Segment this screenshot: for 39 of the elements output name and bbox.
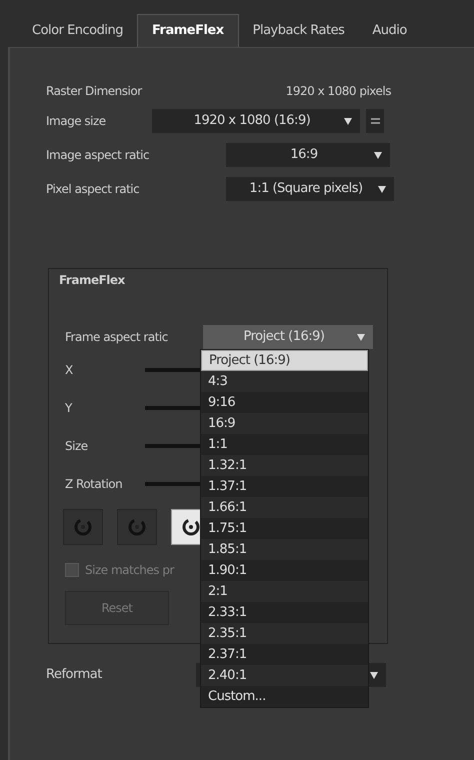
slider-label: X [65,362,74,379]
dropdown-arrow-icon [378,186,386,192]
slider-label: Z Rotation [65,476,124,493]
dropdown-option[interactable]: 2:1 [201,581,368,602]
dropdown[interactable]: 1:1 (Square pixels) [226,177,394,201]
dropdown-option[interactable]: 1.85:1 [201,539,368,560]
slider-label: Y [65,400,74,417]
field-label: Pixel aspect ratic [46,181,140,198]
dropdown-arrow-icon [344,118,352,124]
dropdown-option[interactable]: 2.40:1 [201,665,368,686]
dropdown-option[interactable]: 16:9 [201,413,368,434]
tab[interactable]: Audio [358,14,421,47]
equals-icon [370,118,380,124]
dropdown-arrow-icon [370,672,378,678]
field-label: Image size [46,113,107,130]
dropdown-option[interactable]: 4:3 [201,371,368,392]
equals-button[interactable] [366,109,384,133]
field-label: Raster Dimensior [46,83,144,100]
dropdown-option[interactable]: Project (16:9) [201,350,368,371]
slider-label: Size [65,438,89,455]
tab[interactable]: FrameFlex [136,14,239,47]
dropdown-arrow-icon [357,334,365,340]
field-label: Frame aspect ratic [65,329,169,346]
dropdown-option[interactable]: 1.32:1 [201,455,368,476]
rotate-icon [73,517,93,537]
dropdown-option[interactable]: 2.35:1 [201,623,368,644]
dropdown[interactable]: 16:9 [226,143,390,167]
field-label: Reformat [46,666,103,684]
field-label: Image aspect ratic [46,147,150,164]
tab[interactable]: Playback Rates [238,14,358,47]
dropdown-option[interactable]: 1.66:1 [201,497,368,518]
field-value: 1920 x 1080 pixels [284,83,391,100]
dropdown-arrow-icon [374,152,382,158]
checkbox-label: Size matches pr [85,562,174,579]
dropdown[interactable]: 1920 x 1080 (16:9) [152,109,360,133]
group-title: FrameFlex [59,272,125,289]
rotate-icon [127,517,147,537]
tab[interactable]: Color Encoding [18,14,137,47]
dropdown[interactable]: Project (16:9) [203,325,373,349]
